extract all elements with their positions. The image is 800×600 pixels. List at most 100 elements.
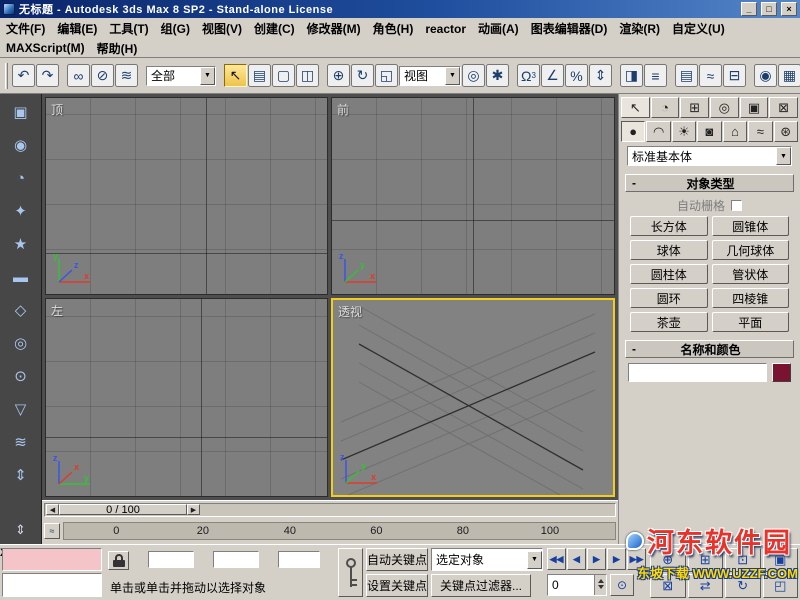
selection-lock-toggle[interactable] [108,551,129,570]
selection-filter-dropdown[interactable]: 全部 ▼ [146,66,216,86]
select-object-icon[interactable]: ↖ [224,64,247,87]
menu-create[interactable]: 创建(C) [248,18,301,39]
next-frame-icon[interactable]: ▶ [187,504,200,515]
teapot-button[interactable]: 茶壶 [630,312,708,332]
tool-icon-7[interactable]: ◇ [6,300,36,320]
maxscript-mini-listener-macro[interactable] [2,548,102,571]
viewport-top[interactable]: 顶 y x z [45,97,328,295]
viewport-front[interactable]: 前 z x y [331,97,615,295]
tab-display[interactable]: ▣ [740,97,769,118]
subtab-systems[interactable]: ⊛ [774,121,798,142]
previous-frame-icon[interactable]: ◀ [567,548,586,570]
subtab-cameras[interactable]: ◙ [697,121,721,142]
time-slider-track[interactable]: ◀ 0 / 100 ▶ [44,503,616,517]
chevron-down-icon[interactable]: ▼ [445,67,460,85]
viewport-front-label[interactable]: 前 [337,101,349,118]
align-icon[interactable]: ≡ [644,64,667,87]
cylinder-button[interactable]: 圆柱体 [630,264,708,284]
viewport-left-label[interactable]: 左 [51,302,63,319]
rollout-name-color[interactable]: - 名称和颜色 [625,340,794,358]
set-key-mode-button[interactable]: 设置关键点 [366,574,428,597]
layer-manager-icon[interactable]: ▤ [675,64,698,87]
spinner-arrows[interactable] [594,575,606,595]
snap-toggle-icon[interactable]: Ω3 [517,64,540,87]
rollout-object-type[interactable]: - 对象类型 [625,174,794,192]
scale-icon[interactable]: ◱ [375,64,398,87]
subtab-spacewarps[interactable]: ≈ [748,121,772,142]
menu-file[interactable]: 文件(F) [0,18,51,39]
close-button[interactable]: × [781,2,797,16]
menu-reactor[interactable]: reactor [419,20,472,38]
go-to-start-icon[interactable]: ◀◀ [547,548,566,570]
tab-utilities[interactable]: ⊠ [769,97,798,118]
spin-down-icon[interactable] [598,585,604,592]
tool-icon-1[interactable]: ▣ [6,102,36,122]
z-coordinate-field[interactable] [278,551,320,568]
minimize-button[interactable]: _ [741,2,757,16]
use-pivot-center-icon[interactable]: ◎ [462,64,485,87]
percent-snap-icon[interactable]: % [565,64,588,87]
menu-rendering[interactable]: 渲染(R) [613,18,666,39]
angle-snap-icon[interactable]: ∠ [541,64,564,87]
menu-maxscript[interactable]: MAXScript(M) [0,39,91,57]
key-filters-button[interactable]: 关键点过滤器... [431,574,531,597]
menu-character[interactable]: 角色(H) [367,18,420,39]
tool-icon-6[interactable]: ▬ [6,267,36,287]
object-class-dropdown[interactable]: 标准基本体 ▼ [627,146,792,166]
toolbar-grip[interactable] [5,63,8,89]
time-slider-handle[interactable]: 0 / 100 [59,504,187,515]
menu-group[interactable]: 组(G) [155,18,196,39]
viewport-top-label[interactable]: 顶 [51,101,63,118]
tool-icon-8[interactable]: ◎ [6,333,36,353]
menu-animation[interactable]: 动画(A) [472,18,525,39]
tool-icon-2[interactable]: ◉ [6,135,36,155]
previous-frame-icon[interactable]: ◀ [46,504,59,515]
subtab-shapes[interactable]: ◠ [646,121,670,142]
move-icon[interactable]: ⊕ [327,64,350,87]
menu-graph-editors[interactable]: 图表编辑器(D) [525,18,614,39]
tool-icon-12[interactable]: ⇕ [6,465,36,485]
subtab-lights[interactable]: ☀ [672,121,696,142]
mirror-icon[interactable]: ◨ [620,64,643,87]
tool-icon-5[interactable]: ★ [6,234,36,254]
panel-scroll-icon[interactable]: ⇕ [15,522,26,538]
select-by-name-icon[interactable]: ▤ [248,64,271,87]
schematic-view-icon[interactable]: ⊟ [723,64,746,87]
mini-curve-editor-icon[interactable]: ≈ [44,523,60,539]
track-bar-ruler[interactable]: 0 20 40 60 80 100 [63,522,616,540]
collapse-icon[interactable]: - [626,342,642,356]
chevron-down-icon[interactable]: ▼ [200,67,215,85]
subtab-helpers[interactable]: ⌂ [723,121,747,142]
reference-coordinate-dropdown[interactable]: 视图 ▼ [399,66,461,86]
x-coordinate-field[interactable] [148,551,194,568]
tool-icon-4[interactable]: ✦ [6,201,36,221]
collapse-icon[interactable]: - [626,176,642,190]
play-icon[interactable]: ▶ [587,548,606,570]
chevron-down-icon[interactable]: ▼ [527,551,542,569]
key-mode-dropdown[interactable]: 选定对象 ▼ [431,548,543,571]
tab-motion[interactable]: ◎ [710,97,739,118]
crossing-region-icon[interactable]: ◫ [296,64,319,87]
select-link-icon[interactable]: ∞ [67,64,90,87]
tool-icon-3[interactable]: ◔ [6,168,36,188]
viewport-perspective-active[interactable]: 透视 [331,298,615,497]
time-configuration-icon[interactable]: ⊙ [610,574,634,596]
redo-icon[interactable]: ↷ [36,64,59,87]
autogrid-checkbox[interactable] [731,200,742,211]
spin-up-icon[interactable] [598,576,604,583]
menu-modifiers[interactable]: 修改器(M) [301,18,367,39]
viewport-perspective-label[interactable]: 透视 [338,303,362,320]
menu-help[interactable]: 帮助(H) [91,38,144,59]
select-manipulate-icon[interactable]: ✱ [486,64,509,87]
torus-button[interactable]: 圆环 [630,288,708,308]
chevron-down-icon[interactable]: ▼ [776,147,791,165]
render-setup-icon[interactable]: ▦ [778,64,800,87]
rect-region-icon[interactable]: ▢ [272,64,295,87]
geosphere-button[interactable]: 几何球体 [712,240,790,260]
current-frame-spinner[interactable]: 0 [547,574,607,596]
curve-editor-icon[interactable]: ≈ [699,64,722,87]
rotate-icon[interactable]: ↻ [351,64,374,87]
menu-edit[interactable]: 编辑(E) [51,18,103,39]
maximize-button[interactable]: □ [761,2,777,16]
menu-customize[interactable]: 自定义(U) [666,18,731,39]
